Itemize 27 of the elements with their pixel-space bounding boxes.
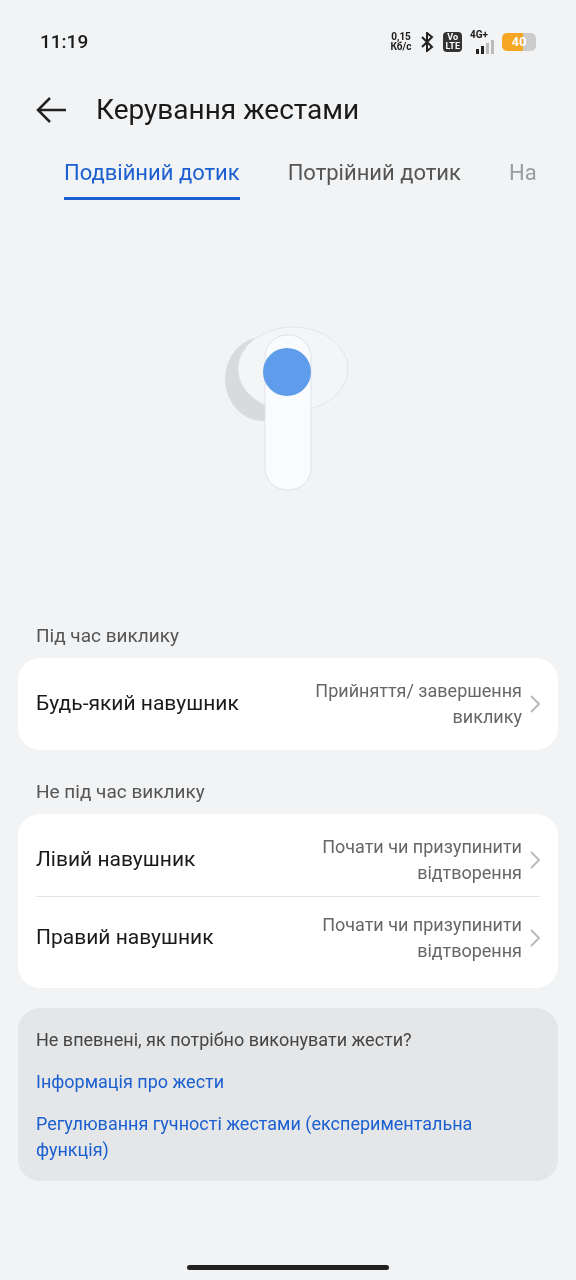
row-label: Лівий навушник bbox=[36, 846, 196, 874]
row-value: Почати чи призупинити відтворення bbox=[321, 912, 522, 963]
volte-badge: Vo LTE bbox=[443, 32, 462, 52]
tab[interactable]: Потрійний дотик bbox=[287, 156, 461, 200]
chevron-icon bbox=[530, 851, 540, 869]
help-link[interactable]: Інформація про жести bbox=[36, 1069, 540, 1095]
row-label: Правий навушник bbox=[36, 923, 214, 951]
back-icon[interactable] bbox=[36, 96, 68, 124]
settings-row[interactable]: Правий навушник Почати чи призупинити відтворення bbox=[36, 896, 540, 978]
chevron-icon bbox=[530, 928, 540, 947]
speed-value: 0,15 bbox=[391, 32, 411, 42]
settings-row[interactable]: Лівий навушник Почати чи призупинити відтворення bbox=[36, 824, 540, 896]
page-title: Керування жестами bbox=[96, 92, 360, 128]
row-value: Почати чи призупинити відтворення bbox=[321, 835, 522, 885]
settings-row[interactable]: Будь-який навушник Прийняття/ завершення виклику bbox=[36, 668, 540, 740]
chevron-icon bbox=[530, 695, 540, 713]
help-question: Не впевнені, як потрібно виконувати жести? bbox=[36, 1028, 413, 1052]
tab[interactable]: Подвійний дотик bbox=[64, 156, 240, 200]
help-link[interactable]: Регулювання гучності жестами (експериментальна функція) bbox=[36, 1111, 540, 1163]
section-title: Не під час виклику bbox=[35, 778, 206, 805]
status-time: 11:19 bbox=[40, 28, 89, 55]
bluetooth-icon bbox=[419, 32, 436, 52]
row-value: Прийняття/ завершення виклику bbox=[314, 679, 522, 729]
speed-unit: Кб/с bbox=[390, 42, 412, 52]
network-type: 4G+ bbox=[470, 30, 488, 40]
section-title: Під час виклику bbox=[35, 622, 180, 649]
row-label: Будь-який навушник bbox=[36, 690, 239, 718]
